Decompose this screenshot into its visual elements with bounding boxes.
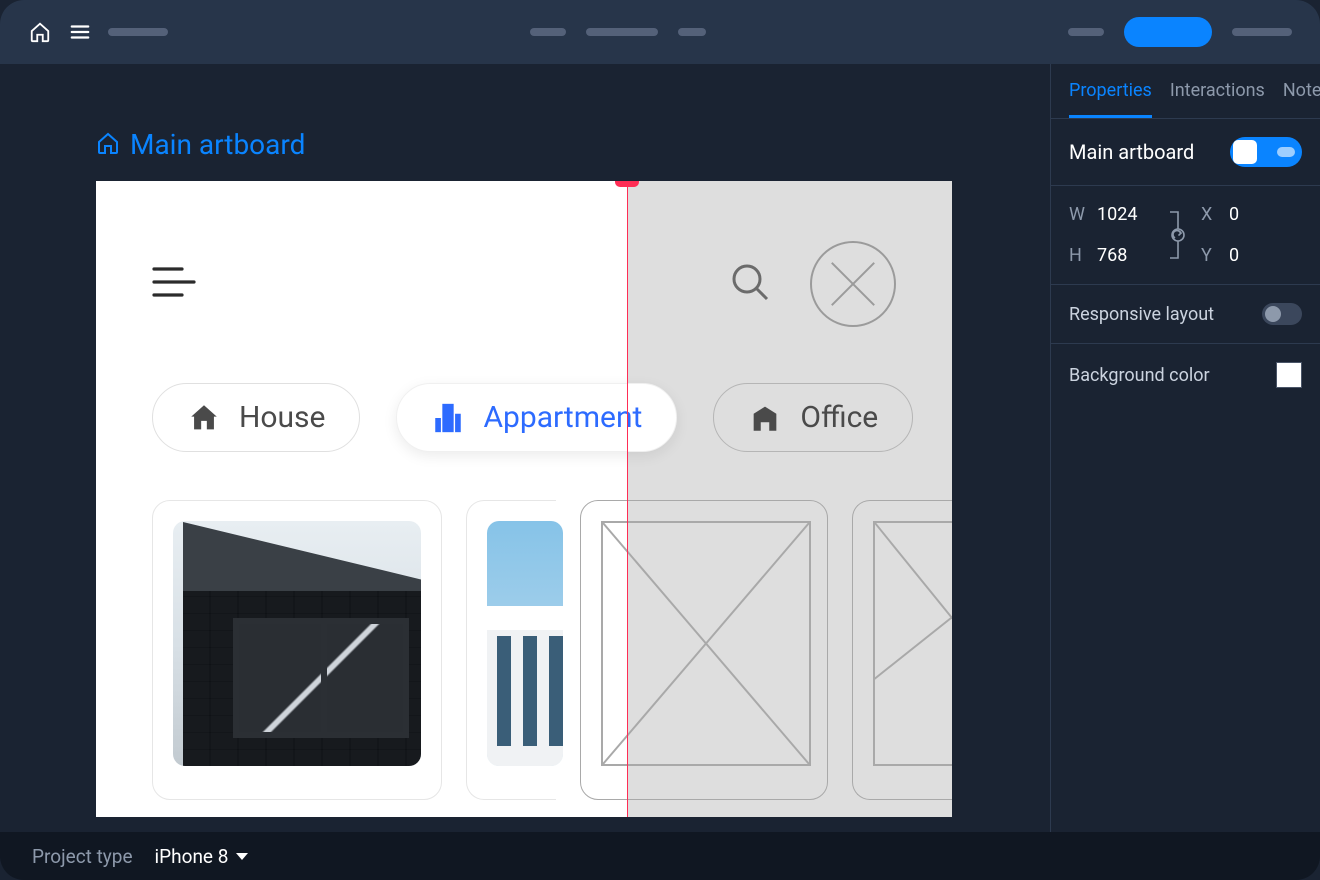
- chip-label: House: [239, 400, 325, 435]
- toolbar-mid-item[interactable]: [586, 28, 658, 36]
- image-placeholder-icon: [601, 521, 811, 766]
- chip-apartment[interactable]: Appartment: [396, 383, 677, 452]
- width-label: W: [1069, 204, 1087, 225]
- toolbar-left-placeholder: [108, 28, 168, 36]
- image-placeholder-icon: [873, 521, 952, 766]
- home-icon[interactable]: [28, 20, 52, 44]
- property-card-wireframe[interactable]: [852, 500, 952, 800]
- chevron-down-icon: [236, 853, 248, 860]
- x-label: X: [1201, 204, 1219, 225]
- property-card-wireframe[interactable]: [580, 500, 828, 800]
- height-input[interactable]: 768: [1097, 245, 1153, 266]
- tab-notes[interactable]: Notes: [1283, 80, 1320, 118]
- split-handle[interactable]: [615, 181, 639, 187]
- background-color-label: Background color: [1069, 365, 1210, 386]
- app-toolbar: [0, 0, 1320, 64]
- artboard-home-icon: [96, 131, 120, 159]
- property-card[interactable]: [466, 500, 556, 800]
- toolbar-right-item[interactable]: [1068, 28, 1104, 36]
- chip-house[interactable]: House: [152, 383, 360, 452]
- height-label: H: [1069, 245, 1087, 266]
- toolbar-right-item[interactable]: [1232, 28, 1292, 36]
- property-image: [173, 521, 421, 766]
- status-bar: Project type iPhone 8: [0, 832, 1320, 880]
- artboard-title[interactable]: Main artboard: [130, 128, 305, 161]
- responsive-layout-label: Responsive layout: [1069, 304, 1214, 325]
- toolbar-mid-item[interactable]: [678, 28, 706, 36]
- link-dimensions-icon[interactable]: [1163, 210, 1191, 260]
- properties-panel: Properties Interactions Notes Main artbo…: [1050, 64, 1320, 832]
- x-input[interactable]: 0: [1229, 204, 1269, 225]
- device-selector[interactable]: iPhone 8: [155, 845, 249, 868]
- device-name: iPhone 8: [155, 845, 229, 868]
- property-card[interactable]: [152, 500, 442, 800]
- primary-action-button[interactable]: [1124, 17, 1212, 47]
- y-input[interactable]: 0: [1229, 245, 1269, 266]
- chip-label: Appartment: [483, 400, 642, 435]
- property-image: [487, 521, 563, 766]
- view-mode-toggle[interactable]: [1230, 137, 1302, 167]
- project-type-label: Project type: [32, 845, 133, 868]
- tab-interactions[interactable]: Interactions: [1170, 80, 1265, 118]
- responsive-layout-toggle[interactable]: [1262, 303, 1302, 325]
- mockup-menu-icon[interactable]: [152, 265, 196, 303]
- selected-artboard-name: Main artboard: [1069, 140, 1194, 164]
- avatar-placeholder-icon[interactable]: [810, 241, 896, 327]
- chip-label: Office: [800, 400, 878, 435]
- tab-properties[interactable]: Properties: [1069, 80, 1152, 118]
- split-divider[interactable]: [627, 181, 628, 817]
- canvas[interactable]: Main artboard: [0, 64, 1050, 832]
- width-input[interactable]: 1024: [1097, 204, 1153, 225]
- artboard[interactable]: House Appartment Office: [96, 181, 952, 817]
- chip-office[interactable]: Office: [713, 383, 913, 452]
- y-label: Y: [1201, 245, 1219, 266]
- toolbar-mid-item[interactable]: [530, 28, 566, 36]
- background-color-swatch[interactable]: [1276, 362, 1302, 388]
- hamburger-icon[interactable]: [68, 20, 92, 44]
- search-icon[interactable]: [730, 262, 770, 306]
